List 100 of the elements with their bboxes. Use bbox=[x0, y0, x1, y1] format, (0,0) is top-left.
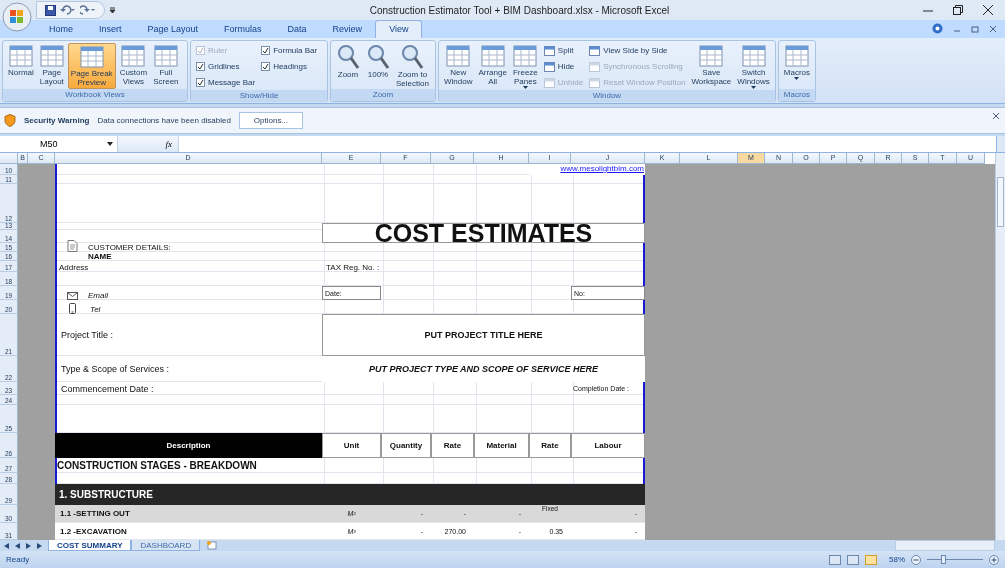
window-icon bbox=[513, 44, 538, 68]
redo-icon[interactable] bbox=[80, 5, 96, 15]
help-icon[interactable] bbox=[932, 23, 943, 34]
window-icon bbox=[480, 44, 505, 68]
table-cell: Rate bbox=[431, 433, 474, 458]
window-title: Construction Estimator Tool + BIM Dashboard.xlsx - Microsoft Excel bbox=[368, 4, 671, 16]
ribbon-button[interactable]: Full Screen bbox=[151, 43, 181, 89]
zoom-in-icon[interactable] bbox=[989, 554, 999, 565]
ribbon-tab[interactable]: View bbox=[375, 20, 423, 38]
magnifier-icon bbox=[400, 44, 425, 70]
shield-icon bbox=[4, 114, 16, 127]
window-icon bbox=[543, 61, 555, 72]
close-icon[interactable] bbox=[992, 112, 1000, 120]
table-cell: Material bbox=[474, 433, 529, 458]
table-cell-text: NAME bbox=[87, 252, 113, 261]
ribbon-button[interactable]: Freeze Panes bbox=[510, 43, 540, 90]
ribbon-button[interactable]: Custom Views bbox=[117, 43, 150, 89]
window-icon bbox=[121, 44, 146, 68]
table-cell-text: Commencement Date : bbox=[60, 382, 155, 395]
ribbon-tab[interactable]: Home bbox=[36, 21, 86, 38]
group-label: Workbook Views bbox=[3, 89, 187, 101]
window-icon bbox=[446, 44, 471, 68]
cell-text: Tel bbox=[90, 305, 101, 314]
ribbon-checkbox[interactable]: Gridlines bbox=[196, 60, 256, 73]
slider-thumb[interactable] bbox=[940, 555, 946, 564]
ribbon-button[interactable]: Zoom to Selection bbox=[394, 43, 431, 89]
group-label: Window bbox=[439, 90, 775, 102]
window-icon bbox=[79, 45, 104, 69]
window-icon bbox=[741, 44, 766, 68]
ribbon-tab[interactable]: Formulas bbox=[211, 21, 275, 38]
zoom-level: 58% bbox=[889, 555, 905, 564]
horizontal-scrollbar[interactable] bbox=[895, 540, 995, 551]
check-icon bbox=[197, 79, 204, 86]
window-icon bbox=[543, 77, 555, 88]
table-cell: PUT PROJECT TITLE HERE bbox=[322, 314, 645, 356]
ribbon-button[interactable]: Switch Windows bbox=[735, 43, 772, 90]
check-icon bbox=[262, 63, 270, 70]
group-label: Zoom bbox=[331, 89, 435, 101]
table-cell-text: 1.1 -SETTING OUT bbox=[59, 508, 131, 520]
ribbon-button[interactable]: Normal bbox=[6, 43, 36, 89]
window-icon bbox=[589, 61, 601, 72]
ribbon-checkbox[interactable]: Headings bbox=[261, 60, 318, 73]
ribbon-button[interactable]: Zoom bbox=[334, 43, 362, 89]
ribbon-checkbox[interactable]: Message Bar bbox=[196, 76, 256, 89]
ribbon-button[interactable]: Arrange All bbox=[476, 43, 509, 90]
ribbon-tab[interactable]: Review bbox=[319, 21, 376, 38]
ribbon-button[interactable]: Page Break Preview bbox=[67, 43, 116, 89]
close-icon[interactable] bbox=[983, 5, 993, 15]
function-button[interactable]: fx bbox=[118, 136, 178, 152]
window-icon bbox=[699, 44, 724, 68]
warning-message: Data connections have been disabled bbox=[97, 116, 231, 125]
check-icon bbox=[262, 47, 270, 54]
dropdown-icon bbox=[107, 142, 113, 146]
scroll-thumb[interactable] bbox=[997, 177, 1004, 227]
caret-icon bbox=[794, 77, 800, 80]
select-all-button[interactable] bbox=[0, 153, 18, 164]
group-label: Show/Hide bbox=[191, 90, 327, 102]
table-cell: Description bbox=[55, 433, 322, 458]
table-cell: PUT PROJECT TYPE AND SCOPE OF SERVICE HERE bbox=[322, 356, 645, 382]
window-icon bbox=[589, 77, 601, 88]
ribbon-button[interactable]: Hide bbox=[543, 60, 584, 73]
table-cell-text: Type & Scope of Services : bbox=[60, 363, 171, 376]
ribbon-checkbox[interactable]: Formula Bar bbox=[261, 44, 318, 57]
page-layout-icon[interactable] bbox=[847, 554, 859, 565]
cell-text: CUSTOMER DETAILS: bbox=[88, 243, 171, 252]
table-cell: Rate bbox=[529, 433, 571, 458]
table-cell: Unit bbox=[322, 433, 381, 458]
ribbon-tab[interactable]: Insert bbox=[86, 21, 135, 38]
options-button[interactable]: Options... bbox=[238, 112, 303, 129]
table-cell: www.mesolightbim.com bbox=[529, 164, 645, 175]
table-cell-text: CONSTRUCTION STAGES - BREAKDOWN bbox=[56, 459, 258, 473]
ribbon-tab[interactable]: Page Layout bbox=[134, 21, 212, 38]
customize-icon[interactable] bbox=[109, 6, 116, 14]
ribbon-button[interactable]: Macros bbox=[781, 43, 812, 89]
table-cell-text: Address bbox=[58, 262, 90, 272]
save-icon[interactable] bbox=[45, 4, 56, 16]
page-break-icon[interactable] bbox=[865, 554, 877, 565]
vertical-scrollbar[interactable] bbox=[995, 153, 1005, 540]
group-label: Macros bbox=[778, 89, 815, 101]
window-icon bbox=[543, 45, 555, 56]
table-cell: Labour bbox=[571, 433, 645, 458]
ribbon-button[interactable]: Save Workspace bbox=[689, 43, 734, 90]
undo-icon[interactable] bbox=[60, 5, 76, 15]
ribbon-button[interactable]: New Window bbox=[442, 43, 475, 90]
ribbon-button[interactable]: Split bbox=[543, 44, 584, 57]
check-icon bbox=[197, 63, 204, 70]
cell-text: Email bbox=[88, 291, 108, 300]
window-icon bbox=[589, 45, 601, 56]
new-sheet-icon[interactable] bbox=[206, 541, 219, 550]
phone-icon bbox=[69, 303, 76, 314]
ribbon-button[interactable]: 100% bbox=[364, 43, 392, 89]
restore-icon[interactable] bbox=[953, 5, 963, 15]
ribbon-tab[interactable]: Data bbox=[274, 21, 320, 38]
ribbon-button[interactable]: Page Layout bbox=[37, 43, 66, 89]
ribbon-button[interactable]: View Side by Side bbox=[589, 44, 686, 57]
window-icon bbox=[39, 44, 64, 68]
normal-view-icon[interactable] bbox=[829, 554, 841, 565]
status-text: Ready bbox=[6, 555, 30, 564]
zoom-out-icon[interactable] bbox=[911, 554, 921, 565]
expand-button[interactable] bbox=[996, 136, 1005, 152]
